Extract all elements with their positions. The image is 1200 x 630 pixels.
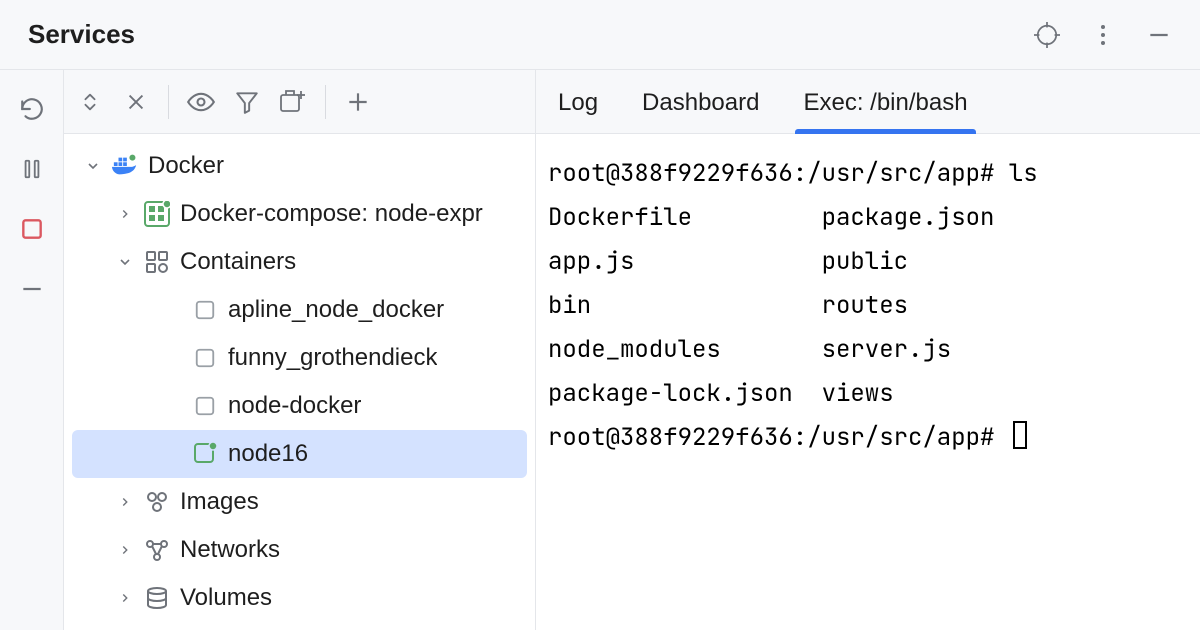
chevron-right-icon[interactable]	[116, 207, 134, 221]
tree-node-container[interactable]: node-docker	[64, 382, 535, 430]
minimize-icon[interactable]	[1146, 22, 1172, 48]
terminal-output[interactable]: root@388f9229f636:/usr/src/app# ls Docke…	[536, 134, 1200, 630]
container-running-icon	[192, 441, 218, 467]
tree-label: funny_grothendieck	[228, 344, 437, 372]
tree-label: Containers	[180, 248, 296, 276]
add-icon[interactable]	[344, 88, 372, 116]
compose-icon	[144, 201, 170, 227]
tree-label: node16	[228, 440, 308, 468]
images-icon	[144, 489, 170, 515]
stop-icon[interactable]	[17, 214, 47, 244]
container-stopped-icon	[192, 345, 218, 371]
docker-icon	[112, 153, 138, 179]
tree-node-docker[interactable]: Docker	[64, 142, 535, 190]
detail-tabs: Log Dashboard Exec: /bin/bash	[536, 70, 1200, 134]
tree-label: Docker-compose: node-expr	[180, 200, 483, 228]
terminal-line: root@388f9229f636:/usr/src/app# ls	[548, 158, 1038, 189]
services-tree: Docker Docker-compose: node-ex	[64, 134, 535, 630]
terminal-cursor	[1013, 421, 1027, 449]
container-stopped-icon	[192, 393, 218, 419]
terminal-line: root@388f9229f636:/usr/src/app#	[548, 422, 1009, 453]
terminal-listing: Dockerfile package.json app.js public bi…	[548, 202, 994, 409]
more-icon[interactable]	[1090, 22, 1116, 48]
tree-node-images[interactable]: Images	[64, 478, 535, 526]
chevron-right-icon[interactable]	[116, 591, 134, 605]
tree-node-networks[interactable]: Networks	[64, 526, 535, 574]
chevron-down-icon[interactable]	[84, 158, 102, 174]
pause-icon[interactable]	[17, 154, 47, 184]
volumes-icon	[144, 585, 170, 611]
container-stopped-icon	[192, 297, 218, 323]
tab-log[interactable]: Log	[558, 89, 598, 133]
new-deploy-icon[interactable]	[279, 88, 307, 116]
tree-label: Networks	[180, 536, 280, 564]
chevron-right-icon[interactable]	[116, 543, 134, 557]
tree-label: Images	[180, 488, 259, 516]
tree-label: Docker	[148, 152, 224, 180]
expand-collapse-icon[interactable]	[76, 88, 104, 116]
tree-label: apline_node_docker	[228, 296, 444, 324]
target-icon[interactable]	[1034, 22, 1060, 48]
chevron-down-icon[interactable]	[116, 254, 134, 270]
tree-toolbar	[64, 70, 535, 134]
tree-label: node-docker	[228, 392, 361, 420]
tree-node-container[interactable]: apline_node_docker	[64, 286, 535, 334]
minimize-rail-icon[interactable]	[17, 274, 47, 304]
tree-node-volumes[interactable]: Volumes	[64, 574, 535, 622]
close-icon[interactable]	[122, 88, 150, 116]
tab-dashboard[interactable]: Dashboard	[642, 89, 759, 133]
tree-node-container[interactable]: funny_grothendieck	[64, 334, 535, 382]
tree-node-container-selected[interactable]: node16	[72, 430, 527, 478]
tree-label: Volumes	[180, 584, 272, 612]
networks-icon	[144, 537, 170, 563]
chevron-right-icon[interactable]	[116, 495, 134, 509]
panel-header: Services	[0, 0, 1200, 70]
tab-exec[interactable]: Exec: /bin/bash	[803, 89, 967, 133]
tree-node-compose[interactable]: Docker-compose: node-expr	[64, 190, 535, 238]
tree-node-containers[interactable]: Containers	[64, 238, 535, 286]
eye-icon[interactable]	[187, 88, 215, 116]
panel-title: Services	[28, 19, 135, 50]
refresh-icon[interactable]	[17, 94, 47, 124]
containers-group-icon	[144, 249, 170, 275]
left-rail	[0, 70, 64, 630]
terminal-panel: Log Dashboard Exec: /bin/bash root@388f9…	[536, 70, 1200, 630]
tree-panel: Docker Docker-compose: node-ex	[64, 70, 536, 630]
filter-icon[interactable]	[233, 88, 261, 116]
